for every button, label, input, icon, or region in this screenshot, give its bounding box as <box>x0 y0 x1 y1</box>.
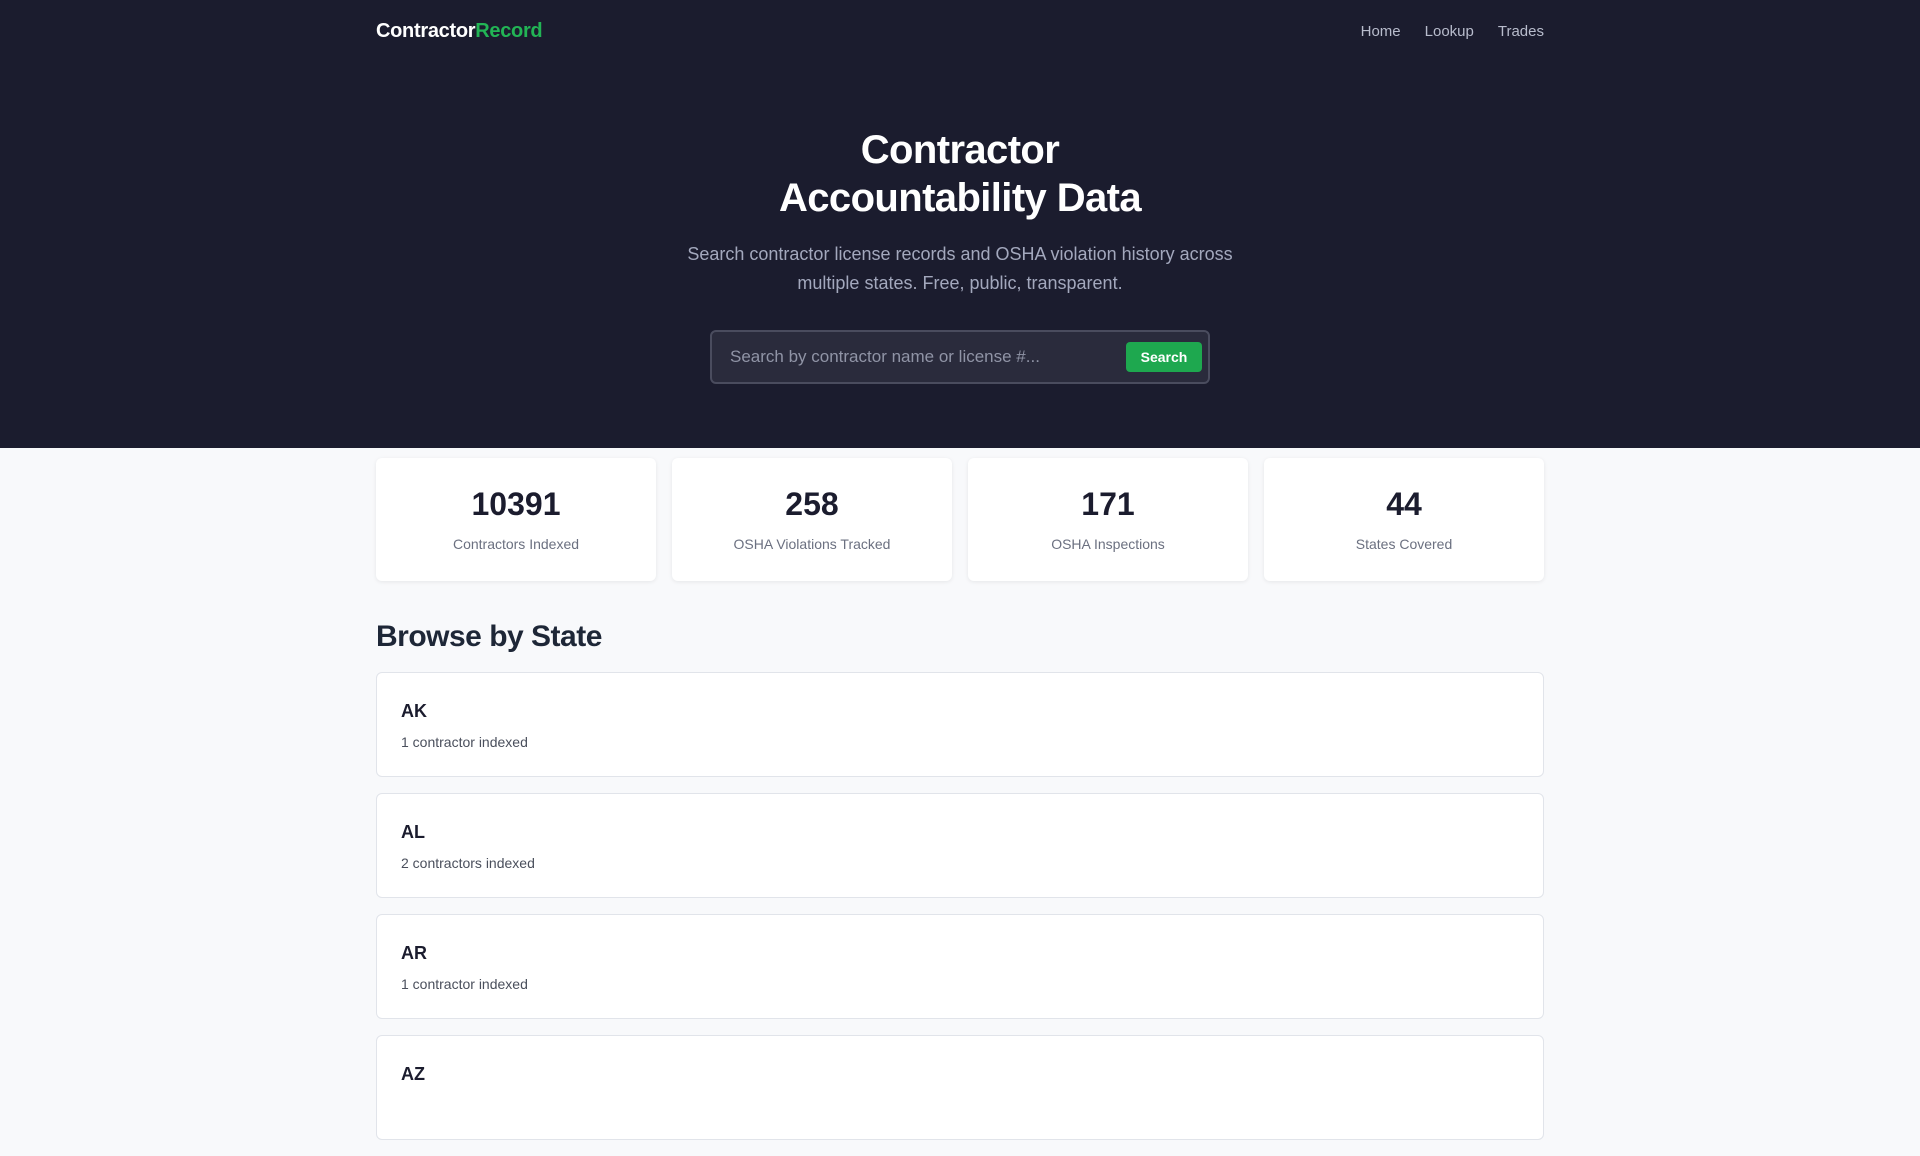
state-code: AL <box>401 822 425 842</box>
state-card-ak[interactable]: AK 1 contractor indexed <box>376 672 1544 777</box>
state-count: 2 contractors indexed <box>401 855 535 871</box>
state-count: 1 contractor indexed <box>401 734 528 750</box>
nav-link-home[interactable]: Home <box>1361 23 1401 40</box>
stat-card-inspections: 171 OSHA Inspections <box>968 458 1248 581</box>
stat-value: 258 <box>785 486 839 522</box>
state-card-ar[interactable]: AR 1 contractor indexed <box>376 914 1544 1019</box>
stat-label: OSHA Violations Tracked <box>733 536 891 552</box>
nav-links: Home Lookup Trades <box>1361 23 1544 40</box>
stat-card-violations: 258 OSHA Violations Tracked <box>672 458 952 581</box>
search-input[interactable] <box>730 345 1110 369</box>
search-box: Search <box>710 330 1210 384</box>
brand-accent-text: Record <box>475 20 543 42</box>
hero-section: Contractor Accountability Data Search co… <box>0 64 1920 448</box>
browse-section-title: Browse by State <box>376 620 602 653</box>
brand-main-text: Contractor <box>376 20 476 42</box>
stat-value: 171 <box>1081 486 1135 522</box>
nav-link-lookup[interactable]: Lookup <box>1425 23 1474 40</box>
top-navigation-bar: ContractorRecord Home Lookup Trades <box>0 0 1920 64</box>
stat-label: Contractors Indexed <box>452 536 580 552</box>
hero-title: Contractor Accountability Data <box>660 126 1260 222</box>
state-card-al[interactable]: AL 2 contractors indexed <box>376 793 1544 898</box>
hero-subtitle: Search contractor license records and OS… <box>687 244 1233 293</box>
stat-label: States Covered <box>1355 536 1453 552</box>
hero-title-line1: Contractor <box>860 128 1060 172</box>
state-list: AK 1 contractor indexed AL 2 contractors… <box>376 672 1544 1156</box>
stat-label: OSHA Inspections <box>1051 536 1165 552</box>
stat-card-contractors: 10391 Contractors Indexed <box>376 458 656 581</box>
state-count: 1 contractor indexed <box>401 976 528 992</box>
stat-value: 10391 <box>471 486 561 522</box>
state-code: AZ <box>401 1064 425 1084</box>
hero-title-line2: Accountability Data <box>779 176 1142 220</box>
nav-link-trades[interactable]: Trades <box>1498 23 1544 40</box>
state-card-az[interactable]: AZ <box>376 1035 1544 1140</box>
search-button[interactable]: Search <box>1126 342 1202 372</box>
state-code: AK <box>401 701 427 721</box>
brand-logo[interactable]: ContractorRecord <box>376 20 543 43</box>
stat-value: 44 <box>1386 486 1422 522</box>
stat-card-states: 44 States Covered <box>1264 458 1544 581</box>
state-code: AR <box>401 943 427 963</box>
stats-row: 10391 Contractors Indexed 258 OSHA Viola… <box>376 458 1544 581</box>
